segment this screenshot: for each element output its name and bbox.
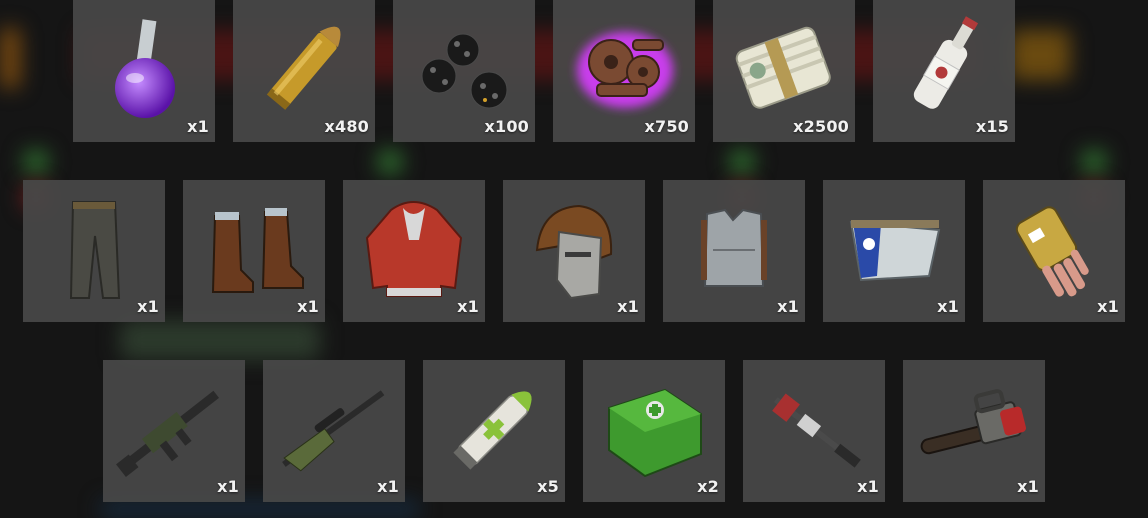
item-quantity: x2500 xyxy=(793,117,849,136)
item-slot-chainsaw[interactable]: x1 xyxy=(903,360,1045,502)
item-quantity: x1 xyxy=(297,297,319,316)
item-slot-money[interactable]: x2500 xyxy=(713,0,855,142)
item-slot-crossbow[interactable]: x1 xyxy=(743,360,885,502)
item-slot-ammo[interactable]: x480 xyxy=(233,0,375,142)
item-slot-assault-rifle[interactable]: x1 xyxy=(103,360,245,502)
inventory-row-3: x1 x1 x5 x2 x1 x1 xyxy=(103,360,1045,502)
item-slot-syringe[interactable]: x5 xyxy=(423,360,565,502)
item-slot-kilt[interactable]: x1 xyxy=(823,180,965,322)
item-quantity: x1 xyxy=(1017,477,1039,496)
item-quantity: x5 xyxy=(537,477,559,496)
item-quantity: x1 xyxy=(217,477,239,496)
item-quantity: x1 xyxy=(457,297,479,316)
item-slot-gears[interactable]: x750 xyxy=(553,0,695,142)
item-slot-boots[interactable]: x1 xyxy=(183,180,325,322)
item-quantity: x15 xyxy=(975,117,1009,136)
item-quantity: x1 xyxy=(937,297,959,316)
item-quantity: x1 xyxy=(137,297,159,316)
item-slot-helmet[interactable]: x1 xyxy=(503,180,645,322)
item-quantity: x1 xyxy=(377,477,399,496)
item-slot-chestplate[interactable]: x1 xyxy=(663,180,805,322)
item-slot-bottle[interactable]: x15 xyxy=(873,0,1015,142)
item-quantity: x1 xyxy=(777,297,799,316)
inventory-row-2: x1 x1 x1 x1 x1 x1 x1 xyxy=(23,180,1125,322)
item-quantity: x100 xyxy=(484,117,529,136)
item-slot-gloves[interactable]: x1 xyxy=(983,180,1125,322)
item-quantity: x1 xyxy=(1097,297,1119,316)
item-quantity: x1 xyxy=(187,117,209,136)
item-slot-sniper-rifle[interactable]: x1 xyxy=(263,360,405,502)
item-slot-hoodie[interactable]: x1 xyxy=(343,180,485,322)
item-slot-pants[interactable]: x1 xyxy=(23,180,165,322)
item-quantity: x1 xyxy=(617,297,639,316)
item-quantity: x480 xyxy=(324,117,369,136)
item-slot-berries[interactable]: x100 xyxy=(393,0,535,142)
item-quantity: x750 xyxy=(644,117,689,136)
inventory-row-1: x1 x480 x100 x750 x2500 x15 xyxy=(73,0,1015,142)
item-quantity: x1 xyxy=(857,477,879,496)
item-slot-flask[interactable]: x1 xyxy=(73,0,215,142)
item-slot-medkit[interactable]: x2 xyxy=(583,360,725,502)
item-quantity: x2 xyxy=(697,477,719,496)
